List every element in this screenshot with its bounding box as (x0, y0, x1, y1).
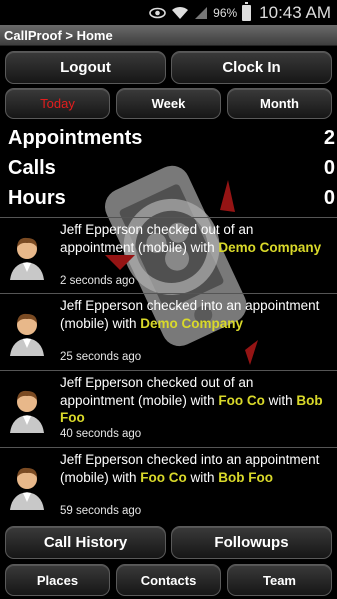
list-item[interactable]: Jeff Epperson checked into an appointmen… (0, 294, 337, 371)
tab-month[interactable]: Month (227, 88, 332, 119)
stat-value: 0 (323, 187, 335, 209)
logout-button[interactable]: Logout (5, 51, 166, 84)
eye-icon (149, 7, 166, 19)
stat-row-hours: Hours 0 (0, 187, 337, 217)
stat-label: Appointments (8, 127, 143, 149)
avatar (10, 313, 44, 356)
avatar (10, 237, 44, 280)
clock-in-button[interactable]: Clock In (171, 51, 332, 84)
feed-timestamp: 25 seconds ago (60, 351, 142, 363)
battery-percent: 96% (213, 5, 238, 20)
avatar (10, 467, 44, 510)
contact-link[interactable]: Bob Foo (218, 470, 273, 485)
feed-timestamp: 2 seconds ago (60, 275, 135, 287)
list-item[interactable]: Jeff Epperson checked out of an appointm… (0, 371, 337, 448)
tab-week[interactable]: Week (116, 88, 221, 119)
stat-value: 2 (323, 127, 335, 149)
company-link[interactable]: Demo Company (218, 240, 321, 255)
company-link[interactable]: Foo Co (140, 470, 187, 485)
stat-value: 0 (323, 157, 335, 179)
page-title: CallProof > Home (0, 25, 337, 46)
activity-feed[interactable]: Jeff Epperson checked out of an appointm… (0, 217, 337, 522)
wifi-icon (171, 6, 189, 20)
stat-label: Calls (8, 157, 56, 179)
stat-row-appointments: Appointments 2 (0, 127, 337, 157)
feed-message: Jeff Epperson checked into an appointmen… (60, 298, 320, 331)
feed-message: Jeff Epperson checked out of an appointm… (60, 222, 322, 255)
signal-icon (194, 6, 208, 20)
company-link[interactable]: Demo Company (140, 316, 243, 331)
avatar (10, 390, 44, 433)
places-button[interactable]: Places (5, 564, 110, 596)
tab-today[interactable]: Today (5, 88, 110, 119)
team-button[interactable]: Team (227, 564, 332, 596)
stat-row-calls: Calls 0 (0, 157, 337, 187)
feed-message: Jeff Epperson checked out of an appointm… (60, 375, 323, 425)
feed-timestamp: 59 seconds ago (60, 505, 142, 517)
feed-message: Jeff Epperson checked into an appointmen… (60, 452, 320, 485)
list-item[interactable]: Jeff Epperson checked into an appointmen… (0, 448, 337, 522)
contacts-button[interactable]: Contacts (116, 564, 221, 596)
status-clock: 10:43 AM (259, 2, 331, 22)
stat-label: Hours (8, 187, 66, 209)
company-link[interactable]: Foo Co (218, 393, 265, 408)
followups-button[interactable]: Followups (171, 526, 332, 559)
list-item[interactable]: Jeff Epperson checked out of an appointm… (0, 217, 337, 294)
battery-icon (242, 1, 252, 21)
call-history-button[interactable]: Call History (5, 526, 166, 559)
status-bar: 96% 10:43 AM (0, 0, 337, 25)
feed-timestamp: 40 seconds ago (60, 428, 142, 440)
